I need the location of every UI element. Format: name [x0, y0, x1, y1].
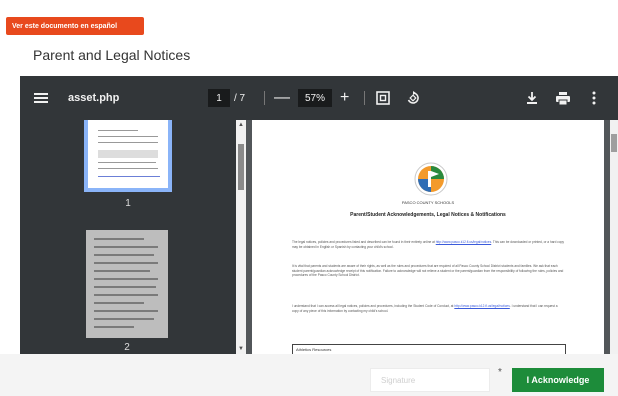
menu-icon[interactable]	[34, 76, 52, 120]
acknowledgement-footer: * I Acknowledge	[0, 354, 618, 396]
box-label: Athletics Resources	[296, 347, 332, 352]
spanish-version-button[interactable]: Ver este documento en español	[6, 17, 144, 35]
more-options-icon[interactable]	[588, 76, 600, 120]
document-scrollbar[interactable]	[610, 120, 618, 354]
document-title: Parent/Student Acknowledgements, Legal N…	[350, 212, 506, 218]
organization-name: PASCO COUNTY SCHOOLS	[401, 200, 455, 205]
download-icon[interactable]	[526, 76, 542, 120]
toolbar-divider	[264, 91, 265, 105]
scrollbar-thumb[interactable]	[238, 144, 244, 190]
file-name: asset.php	[68, 92, 120, 104]
scroll-down-arrow-icon[interactable]: ▼	[236, 346, 246, 352]
school-district-logo	[414, 162, 448, 196]
scrollbar-thumb[interactable]	[611, 134, 617, 152]
document-page: PASCO COUNTY SCHOOLS Parent/Student Ackn…	[252, 120, 604, 354]
rotate-icon[interactable]	[406, 76, 422, 120]
athletics-resources-box: Athletics Resources	[292, 344, 566, 354]
fit-page-icon[interactable]	[376, 76, 392, 120]
thumbnail-sidebar: 1 2 ▲ ▼	[20, 120, 246, 354]
document-paragraph: It is vital that parents and students ar…	[292, 264, 564, 278]
page-title: Parent and Legal Notices	[33, 47, 191, 63]
acknowledge-button[interactable]: I Acknowledge	[512, 368, 604, 392]
sidebar-scrollbar[interactable]: ▲ ▼	[236, 120, 246, 354]
toolbar-divider	[364, 91, 365, 105]
page-number-input[interactable]: 1	[208, 89, 230, 107]
legal-notices-link[interactable]: http://www.pasco.k12.fl.us/legal/notices	[436, 240, 491, 244]
page-count: / 7	[234, 92, 246, 104]
thumbnail-label: 2	[124, 342, 130, 353]
required-marker: *	[498, 367, 502, 378]
legal-notices-link[interactable]: http://www.pasco.k12.fl.us/legal/notices	[454, 304, 509, 308]
document-paragraph: I understand that I can access all legal…	[292, 304, 558, 313]
thumbnail-label: 1	[125, 198, 131, 209]
pdf-viewer: asset.php 1 / 7 — 57% + 1 2 ▲ ▼ PASCO CO…	[20, 76, 618, 354]
zoom-in-button[interactable]: +	[340, 76, 354, 120]
document-paragraph: The legal notices, policies and procedur…	[292, 240, 564, 249]
zoom-out-button[interactable]: —	[274, 76, 290, 120]
page-thumbnail-1[interactable]	[84, 120, 172, 192]
signature-input[interactable]	[370, 368, 490, 392]
page-thumbnail-2[interactable]	[86, 230, 168, 338]
print-icon[interactable]	[556, 76, 572, 120]
pdf-toolbar: asset.php 1 / 7 — 57% +	[20, 76, 618, 120]
zoom-level-input[interactable]: 57%	[298, 89, 332, 107]
scroll-up-arrow-icon[interactable]: ▲	[236, 122, 246, 128]
